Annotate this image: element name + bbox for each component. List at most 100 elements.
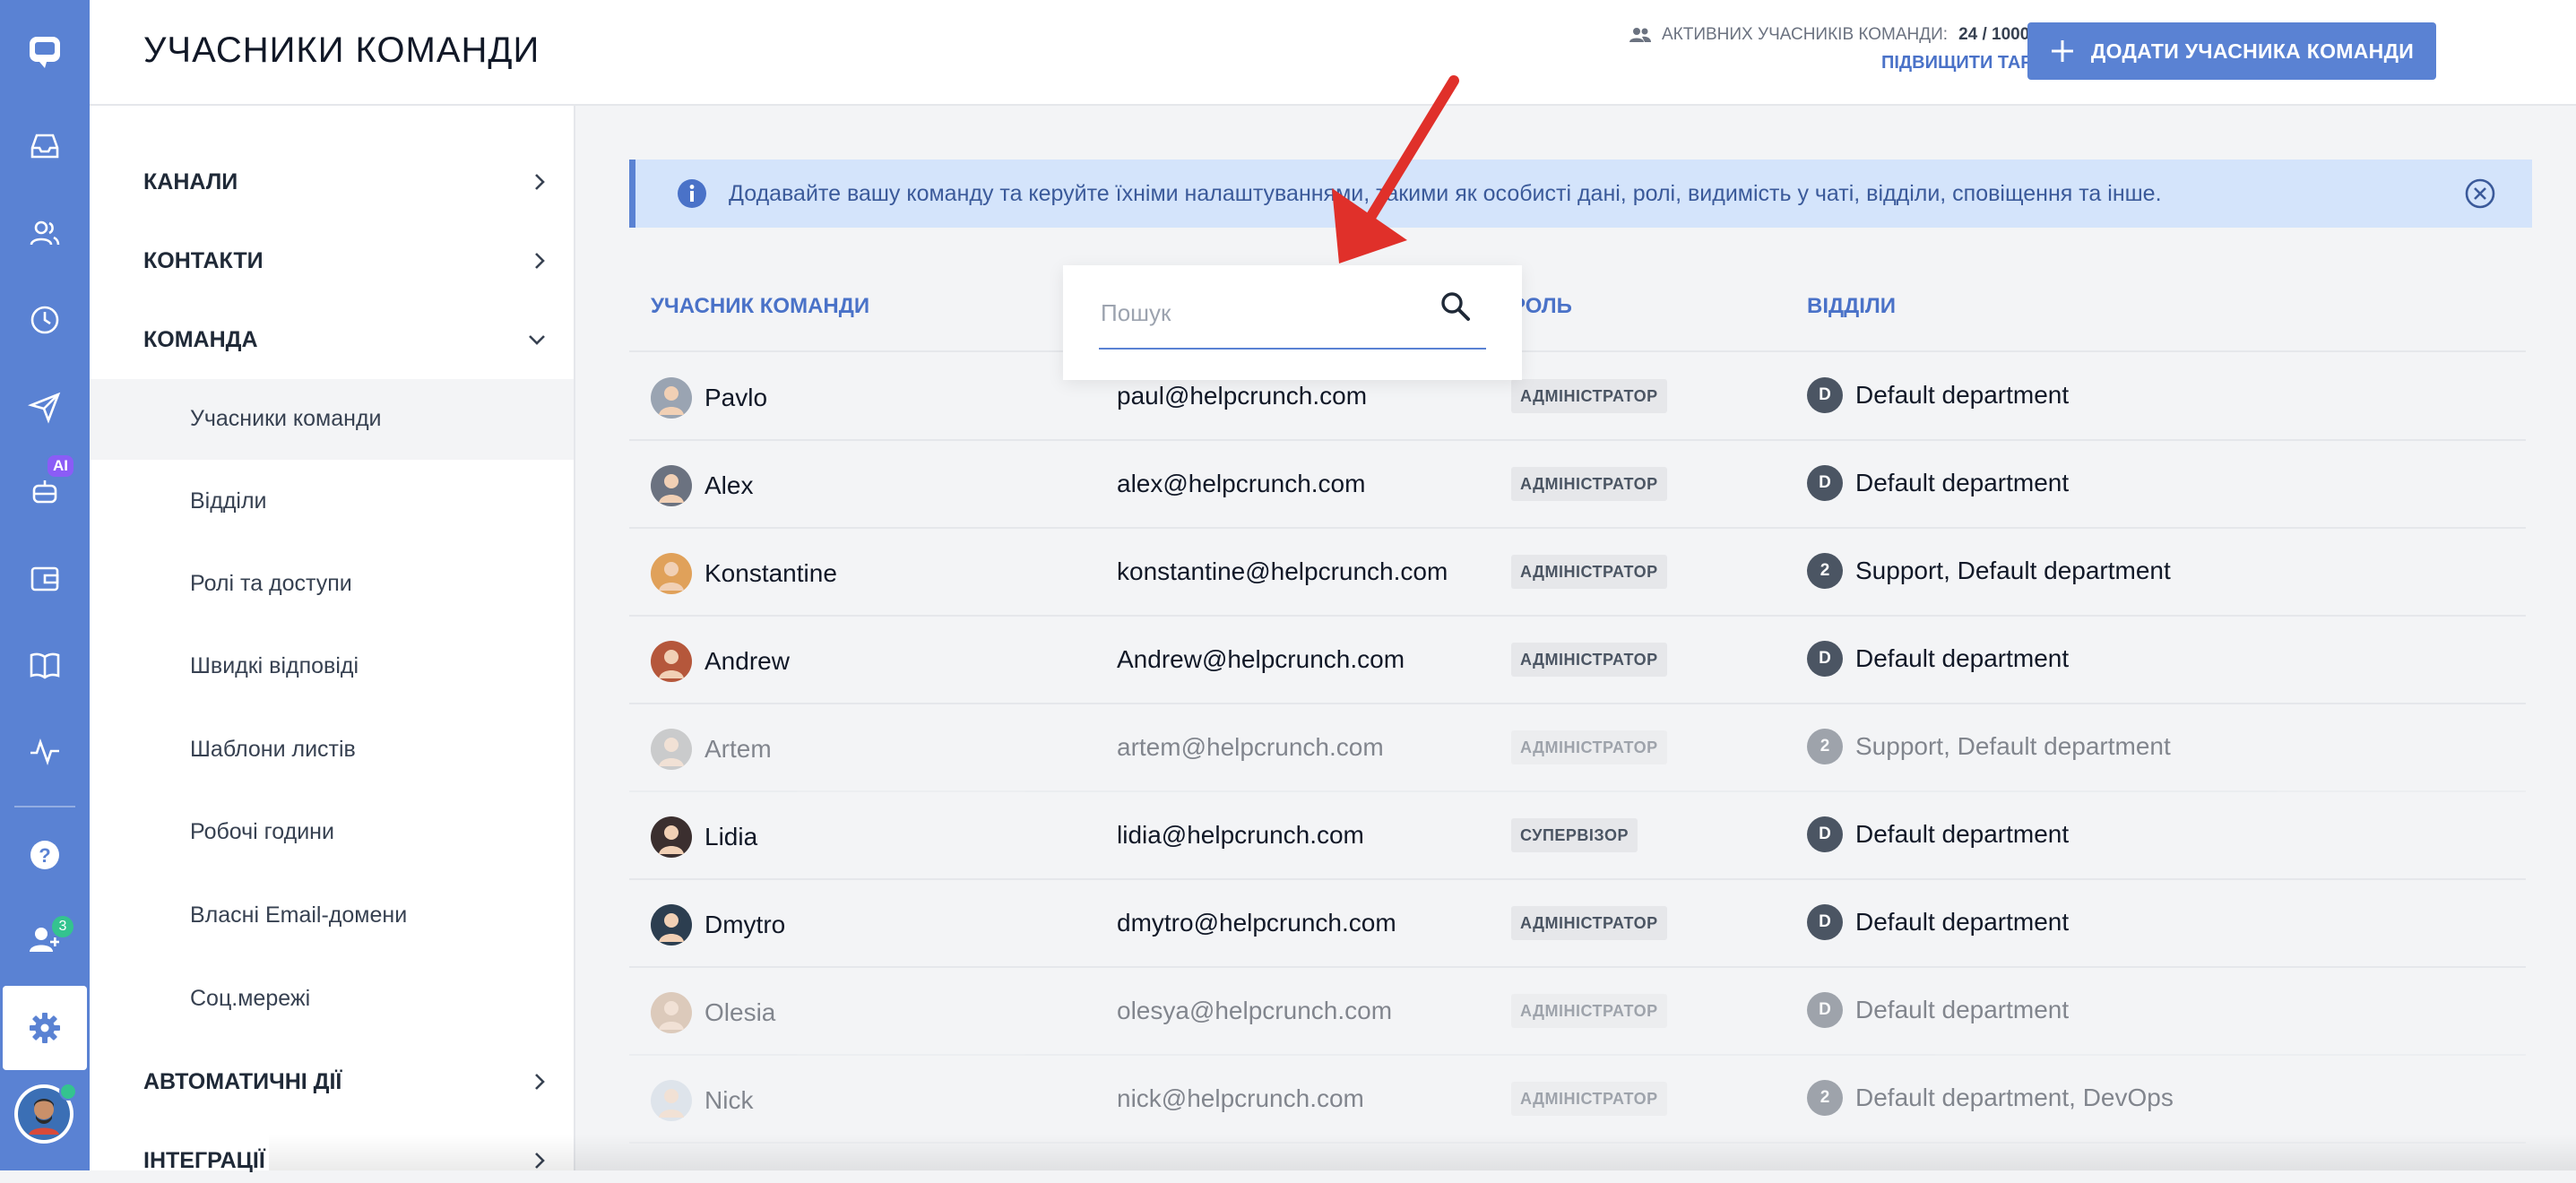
member-avatar [651, 465, 692, 506]
search-icon[interactable] [1438, 289, 1474, 324]
table-row[interactable]: Andrew Andrew@helpcrunch.com АДМІНІСТРАТОР… [629, 616, 2526, 704]
role-badge: АДМІНІСТРАТОР [1511, 730, 1667, 764]
sidebar-item-working-hours[interactable]: Робочі години [190, 819, 334, 845]
column-header-departments[interactable]: ВІДДІЛИ [1807, 294, 1896, 319]
departments-cell: 2 Support, Default department [1807, 729, 2171, 764]
sidebar-section-contacts[interactable]: КОНТАКТИ [143, 238, 547, 283]
sidebar-section-team[interactable]: КОМАНДА [143, 317, 547, 362]
member-email: Andrew@helpcrunch.com [1117, 645, 1405, 673]
add-team-member-label: ДОДАТИ УЧАСНИКА КОМАНДИ [2090, 39, 2415, 63]
member-avatar [651, 816, 692, 858]
wallet-icon[interactable] [18, 552, 72, 606]
plus-icon [2051, 40, 2073, 62]
table-row[interactable]: Alex alex@helpcrunch.com АДМІНІСТРАТОР D Def… [629, 440, 2526, 529]
chat-logo-icon[interactable] [18, 25, 72, 79]
activity-icon[interactable] [18, 724, 72, 778]
history-icon[interactable] [18, 293, 72, 347]
member-name: Alex [705, 471, 754, 499]
table-row[interactable]: Artem artem@helpcrunch.com АДМІНІСТРАТОР 2 S… [629, 704, 2526, 792]
send-icon[interactable] [18, 380, 72, 434]
department-badge: D [1807, 465, 1843, 501]
sidebar-section-channels[interactable]: КАНАЛИ [143, 160, 547, 204]
column-header-member[interactable]: УЧАСНИК КОМАНДИ [651, 294, 869, 319]
member-cell: Artem [651, 729, 772, 770]
member-cell: Dmytro [651, 904, 785, 946]
member-avatar [651, 377, 692, 419]
member-email: dmytro@helpcrunch.com [1117, 909, 1396, 937]
member-name: Artem [705, 735, 772, 763]
departments-text: Default department [1855, 644, 2070, 672]
sidebar-section-label: КОМАНДА [143, 326, 258, 352]
ai-badge: AI [48, 455, 73, 477]
knowledge-base-icon[interactable] [18, 638, 72, 692]
sidebar-item-team-members[interactable]: Учасники команди [190, 406, 382, 432]
settings-nav-item[interactable] [3, 986, 87, 1070]
member-name: Konstantine [705, 559, 837, 587]
table-row[interactable]: Olesia olesya@helpcrunch.com АДМІНІСТРАТОР… [629, 967, 2526, 1056]
contacts-icon[interactable] [18, 206, 72, 260]
role-badge: АДМІНІСТРАТОР [1511, 994, 1667, 1028]
table-row[interactable]: Konstantine konstantine@helpcrunch.com АДМ… [629, 528, 2526, 617]
member-name: Pavlo [705, 384, 768, 411]
sidebar-item-roles[interactable]: Ролі та доступи [190, 571, 352, 597]
sidebar-section-label: ІНТЕГРАЦІЇ [143, 1147, 265, 1173]
members-icon [1629, 28, 1651, 42]
member-cell: Andrew [651, 641, 790, 682]
member-cell: Nick [651, 1080, 753, 1121]
sidebar-item-email-templates[interactable]: Шаблони листів [190, 737, 356, 763]
team-count-badge: 3 [52, 916, 73, 937]
member-cell: Pavlo [651, 377, 767, 419]
page-title: УЧАСНИКИ КОМАНДИ [143, 30, 540, 70]
member-name: Lidia [705, 823, 758, 851]
app-rail: AI ? 3 [0, 0, 90, 1170]
member-avatar [651, 729, 692, 770]
member-avatar [651, 641, 692, 682]
add-team-member-button[interactable]: ДОДАТИ УЧАСНИКА КОМАНДИ [2027, 22, 2436, 80]
info-icon [678, 179, 706, 208]
department-badge: 2 [1807, 729, 1843, 764]
member-name: Nick [705, 1086, 754, 1114]
departments-text: Support, Default department [1855, 732, 2171, 760]
sidebar-section-label: КАНАЛИ [143, 168, 238, 194]
departments-text: Default department [1855, 820, 2070, 848]
departments-text: Default department [1855, 381, 2070, 409]
svg-text:?: ? [39, 844, 50, 867]
department-badge: D [1807, 992, 1843, 1028]
table-row[interactable]: Pavlo paul@helpcrunch.com АДМІНІСТРАТОР D De… [629, 352, 2526, 441]
role-badge: АДМІНІСТРАТОР [1511, 906, 1667, 940]
active-members-counter: АКТИВНИХ УЧАСНИКІВ КОМАНДИ: 24 / 1000 [1629, 25, 2029, 45]
sidebar-item-departments[interactable]: Відділи [190, 488, 267, 514]
close-icon[interactable] [2464, 177, 2496, 210]
sidebar-item-quick-replies[interactable]: Швидкі відповіді [190, 653, 359, 679]
departments-text: Default department [1855, 469, 2070, 497]
role-badge: АДМІНІСТРАТОР [1511, 643, 1667, 677]
department-badge: D [1807, 816, 1843, 852]
active-members-label: АКТИВНИХ УЧАСНИКІВ КОМАНДИ: [1662, 25, 1949, 44]
rail-divider [14, 806, 75, 807]
sidebar-section-label: АВТОМАТИЧНІ ДІЇ [143, 1068, 342, 1094]
role-badge: АДМІНІСТРАТОР [1511, 379, 1667, 413]
help-icon[interactable]: ? [18, 828, 72, 882]
annotation-arrow-icon [1332, 75, 1459, 263]
table-row[interactable]: Dmytro dmytro@helpcrunch.com АДМІНІСТРАТОР… [629, 879, 2526, 968]
sidebar-item-social[interactable]: Соц.мережі [190, 986, 310, 1012]
departments-cell: D Default department [1807, 904, 2069, 940]
departments-cell: D Default department [1807, 816, 2069, 852]
member-email: konstantine@helpcrunch.com [1117, 557, 1448, 585]
search-input[interactable] [1099, 292, 1389, 333]
departments-cell: D Default department [1807, 992, 2069, 1028]
member-email: lidia@helpcrunch.com [1117, 821, 1364, 849]
inbox-icon[interactable] [18, 119, 72, 173]
chevron-right-icon [535, 253, 545, 269]
member-name: Olesia [705, 998, 776, 1026]
table-row[interactable]: Nick nick@helpcrunch.com АДМІНІСТРАТОР 2 Def… [629, 1055, 2526, 1144]
sidebar-item-email-domains[interactable]: Власні Email-домени [190, 902, 407, 928]
sidebar-section-automations[interactable]: АВТОМАТИЧНІ ДІЇ [143, 1059, 547, 1104]
table-row[interactable]: Lidia lidia@helpcrunch.com СУПЕРВІЗОР D Defa… [629, 791, 2526, 880]
active-members-count: 24 / 1000 [1958, 25, 2030, 44]
member-cell: Konstantine [651, 553, 837, 594]
online-status-dot [59, 1083, 77, 1101]
member-avatar [651, 904, 692, 946]
member-email: alex@helpcrunch.com [1117, 470, 1366, 497]
settings-icon [30, 1013, 60, 1043]
